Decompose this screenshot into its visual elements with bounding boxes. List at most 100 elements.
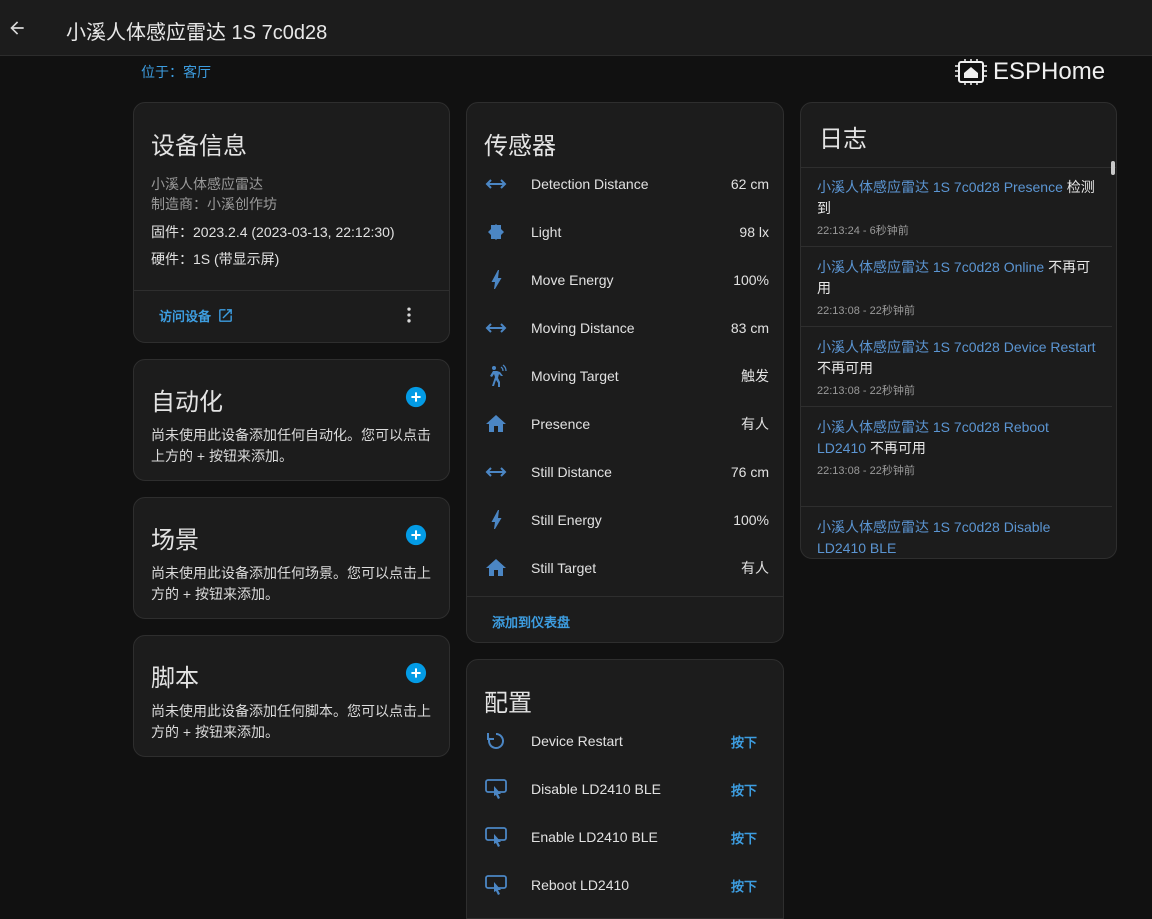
sensor-name: Presence [531, 416, 591, 432]
brand-name: ESPHome [993, 58, 1106, 85]
add-to-dashboard-button[interactable]: 添加到仪表盘 [492, 612, 570, 631]
automation-title: 自动化 [151, 389, 223, 416]
divider [467, 596, 783, 597]
sensor-row-moving-distance[interactable]: Moving Distance 83 cm [467, 304, 783, 352]
add-automation-button[interactable] [405, 386, 427, 408]
lightning-bolt-icon [484, 268, 508, 292]
log-entity-link[interactable]: 小溪人体感应雷达 1S 7c0d28 Device Restart [817, 339, 1096, 355]
sensor-name: Still Target [531, 560, 597, 576]
sensors-card: 传感器 Detection Distance 62 cm Light 98 lx… [466, 102, 784, 643]
press-button[interactable]: 按下 [731, 780, 757, 799]
automation-card: 自动化 尚未使用此设备添加任何自动化。您可以点击上方的 + 按钮来添加。 [133, 359, 450, 481]
log-entity-link[interactable]: 小溪人体感应雷达 1S 7c0d28 Disable LD2410 BLE [817, 519, 1050, 556]
restart-icon [484, 729, 508, 753]
config-name: Disable LD2410 BLE [531, 781, 661, 797]
logbook-card: 日志 小溪人体感应雷达 1S 7c0d28 Presence 检测到 22:13… [800, 102, 1117, 559]
more-options-button[interactable] [397, 303, 421, 327]
press-button[interactable]: 按下 [731, 828, 757, 847]
sensor-row-still-target[interactable]: Still Target 有人 [467, 544, 783, 592]
gesture-tap-button-icon [484, 777, 508, 801]
brightness-icon [484, 220, 508, 244]
add-scene-button[interactable] [405, 524, 427, 546]
config-row-enable-ble: Enable LD2410 BLE 按下 [467, 813, 783, 861]
scene-card: 场景 尚未使用此设备添加任何场景。您可以点击上方的 + 按钮来添加。 [133, 497, 450, 619]
visit-device-label: 访问设备 [159, 309, 212, 324]
config-card: 配置 Device Restart 按下 Disable LD2410 BLE … [466, 659, 784, 919]
sensor-row-detection-distance[interactable]: Detection Distance 62 cm [467, 160, 783, 208]
logbook-title: 日志 [819, 126, 867, 153]
log-entry: 小溪人体感应雷达 1S 7c0d28 Online 不再可用 22:13:08 … [801, 247, 1112, 327]
config-row-disable-ble: Disable LD2410 BLE 按下 [467, 765, 783, 813]
log-entry: 小溪人体感应雷达 1S 7c0d28 Presence 检测到 22:13:24… [801, 167, 1112, 247]
open-in-new-icon [219, 309, 232, 322]
sensor-row-light[interactable]: Light 98 lx [467, 208, 783, 256]
sensor-name: Detection Distance [531, 176, 649, 192]
sensor-value: 有人 [741, 560, 769, 576]
log-state: 不再可用 [817, 360, 873, 376]
config-row-device-restart: Device Restart 按下 [467, 717, 783, 765]
sensor-row-presence[interactable]: Presence 有人 [467, 400, 783, 448]
arrow-left-icon [10, 21, 24, 35]
log-entity-link[interactable]: 小溪人体感应雷达 1S 7c0d28 Online [817, 259, 1044, 275]
device-model: 小溪人体感应雷达 [151, 176, 263, 192]
sensor-value: 76 cm [730, 464, 769, 480]
script-description: 尚未使用此设备添加任何脚本。您可以点击上方的 + 按钮来添加。 [151, 703, 431, 740]
log-entity-link[interactable]: 小溪人体感应雷达 1S 7c0d28 Reboot LD2410 [817, 419, 1049, 456]
logbook-scrollbar[interactable] [1111, 161, 1115, 175]
log-entry: 小溪人体感应雷达 1S 7c0d28 Device Restart 不再可用 2… [801, 327, 1112, 407]
config-name: Device Restart [531, 733, 623, 749]
sensor-name: Move Energy [531, 272, 614, 288]
arrow-left-right-icon [484, 460, 508, 484]
gesture-tap-button-icon [484, 873, 508, 897]
add-script-button[interactable] [405, 662, 427, 684]
sensor-value: 100% [733, 272, 769, 288]
config-name: Reboot LD2410 [531, 877, 630, 893]
divider [134, 290, 449, 291]
log-state: 不再可用 [869, 440, 926, 456]
motion-sensor-icon [484, 364, 508, 388]
back-button[interactable] [4, 9, 30, 47]
sensor-row-move-energy[interactable]: Move Energy 100% [467, 256, 783, 304]
log-time: 22:13:08 - 22秒钟前 [817, 305, 915, 317]
sensor-name: Still Distance [531, 464, 612, 480]
log-entity-link[interactable]: 小溪人体感应雷达 1S 7c0d28 Presence [817, 179, 1063, 195]
sensor-row-still-energy[interactable]: Still Energy 100% [467, 496, 783, 544]
device-info-title: 设备信息 [151, 133, 247, 160]
sensor-name: Still Energy [531, 512, 602, 528]
device-hardware: 硬件：1S (带显示屏) [151, 251, 280, 267]
log-entry: 小溪人体感应雷达 1S 7c0d28 Reboot LD2410 不再可用 22… [801, 407, 1112, 507]
config-row-reboot-ld2410: Reboot LD2410 按下 [467, 861, 783, 909]
sensor-value: 98 lx [739, 224, 769, 240]
gesture-tap-button-icon [484, 825, 508, 849]
device-manufacturer: 制造商：小溪创作坊 [151, 196, 277, 212]
sensor-row-moving-target[interactable]: Moving Target 触发 [467, 352, 783, 400]
sensors-title: 传感器 [484, 133, 556, 160]
log-entry: 小溪人体感应雷达 1S 7c0d28 Disable LD2410 BLE [801, 507, 1112, 558]
log-time: 22:13:08 - 22秒钟前 [817, 465, 915, 477]
scene-description: 尚未使用此设备添加任何场景。您可以点击上方的 + 按钮来添加。 [151, 565, 431, 602]
top-app-bar: 小溪人体感应雷达 1S 7c0d28 [0, 0, 1152, 56]
lightning-bolt-icon [484, 508, 508, 532]
sensor-row-still-distance[interactable]: Still Distance 76 cm [467, 448, 783, 496]
script-title: 脚本 [151, 665, 199, 692]
sensor-value: 62 cm [730, 176, 769, 192]
dots-vertical-icon [407, 307, 411, 323]
press-button[interactable]: 按下 [731, 732, 757, 751]
device-info-card: 设备信息 小溪人体感应雷达 制造商：小溪创作坊 固件：2023.2.4 (202… [133, 102, 450, 343]
log-time: 22:13:24 - 6秒钟前 [817, 225, 909, 237]
arrow-left-right-icon [484, 316, 508, 340]
device-firmware: 固件：2023.2.4 (2023-03-13, 22:12:30) [151, 224, 395, 240]
press-button[interactable]: 按下 [731, 876, 757, 895]
config-name: Enable LD2410 BLE [531, 829, 658, 845]
sensor-name: Light [531, 224, 562, 240]
visit-device-link[interactable]: 访问设备 [159, 306, 234, 325]
home-icon [484, 556, 508, 580]
home-icon [484, 412, 508, 436]
sensor-value: 触发 [741, 368, 769, 384]
sensor-value: 100% [733, 512, 769, 528]
brand-logo: ESPHome [955, 58, 1105, 86]
scene-title: 场景 [151, 527, 199, 554]
page-title: 小溪人体感应雷达 1S 7c0d28 [66, 22, 328, 44]
config-title: 配置 [484, 690, 532, 717]
area-link[interactable]: 位于：客厅 [141, 62, 211, 82]
